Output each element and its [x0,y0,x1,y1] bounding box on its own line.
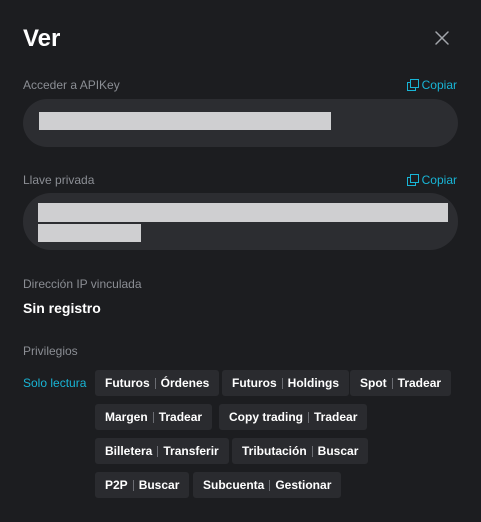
copy-private-key-button[interactable]: Copiar [406,173,457,187]
privilege-chip: Billetera Transferir [95,438,229,464]
privilege-chip: Copy trading Tradear [219,404,368,430]
close-icon [435,31,449,45]
separator [391,377,393,389]
privilege-chip: Futuros Órdenes [95,370,220,396]
privileges-label: Privilegios [23,344,78,358]
copy-label: Copiar [421,78,457,92]
privilege-action: Tradear [314,410,358,424]
privilege-category: Futuros [105,376,150,390]
separator [132,479,134,491]
close-button[interactable] [432,28,452,48]
api-key-field[interactable] [23,99,458,147]
privilege-chip: Futuros Holdings [222,370,349,396]
privilege-action: Buscar [317,444,359,458]
privilege-action: Tradear [158,410,203,424]
redacted-private-key-line-1 [38,203,448,222]
dialog-title: Ver [23,25,61,52]
privilege-action: Gestionar [275,478,332,492]
privilege-category: Copy trading [229,410,303,424]
copy-api-key-button[interactable]: Copiar [406,78,457,92]
separator [154,377,156,389]
privilege-chip: Subcuenta Gestionar [193,472,342,498]
privilege-category: Billetera [105,444,153,458]
separator [157,445,159,457]
readonly-label: Solo lectura [23,376,87,390]
privilege-action: Órdenes [160,376,210,390]
separator [269,479,271,491]
copy-label: Copiar [421,173,457,187]
privilege-category: Margen [105,410,148,424]
separator [311,445,313,457]
api-key-label: Acceder a APIKey [23,78,120,92]
private-key-label: Llave privada [23,173,95,187]
privilege-category: Subcuenta [203,478,265,492]
private-key-field[interactable] [23,193,458,250]
privilege-chip: Tributación Buscar [232,438,369,464]
privilege-action: Transferir [163,444,219,458]
copy-icon [406,174,419,186]
redacted-api-key [39,112,331,130]
privilege-action: Tradear [397,376,442,390]
copy-icon [406,79,419,91]
privilege-action: Holdings [287,376,339,390]
ip-value: Sin registro [23,300,101,316]
privilege-category: Spot [360,376,387,390]
privilege-chip: Spot Tradear [350,370,452,396]
ip-label: Dirección IP vinculada [23,277,142,291]
privilege-chip: Margen Tradear [95,404,213,430]
privilege-category: Tributación [242,444,307,458]
separator [152,411,154,423]
separator [281,377,283,389]
redacted-private-key-line-2 [38,224,141,242]
privilege-action: Buscar [138,478,180,492]
privilege-category: Futuros [232,376,277,390]
view-api-dialog: Ver Acceder a APIKey Copiar Llave privad… [0,0,481,522]
privilege-category: P2P [105,478,128,492]
privilege-chip: P2P Buscar [95,472,190,498]
separator [308,411,309,423]
